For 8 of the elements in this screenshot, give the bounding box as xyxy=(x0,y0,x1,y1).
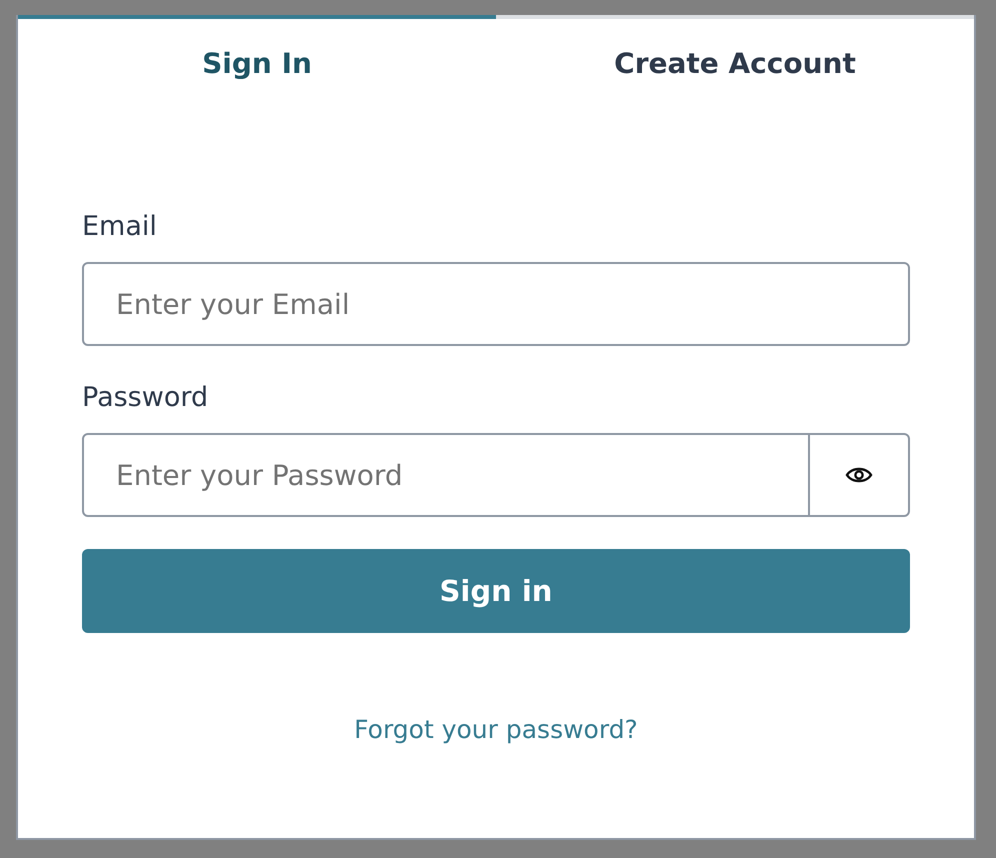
sign-in-button[interactable]: Sign in xyxy=(82,549,910,633)
password-field[interactable]: Enter your Password xyxy=(82,433,810,517)
email-field[interactable]: Enter your Email xyxy=(82,262,910,346)
field-label: Email xyxy=(82,211,158,242)
field-label: Password xyxy=(82,382,210,413)
eye-icon xyxy=(845,465,873,485)
forgot-password-link[interactable]: Forgot your password? xyxy=(354,715,638,744)
show-password-button[interactable] xyxy=(810,433,910,517)
